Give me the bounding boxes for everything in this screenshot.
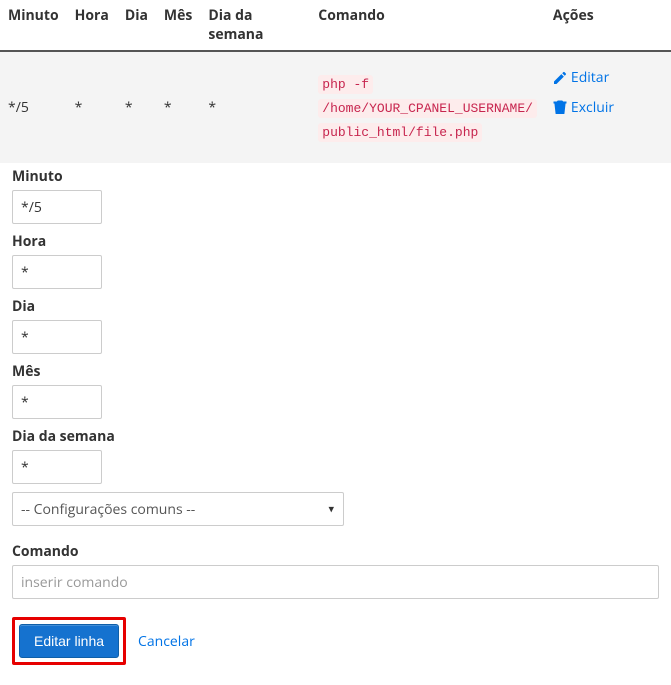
- weekday-input[interactable]: [12, 450, 102, 484]
- month-input[interactable]: [12, 385, 102, 419]
- col-minute: Minuto: [0, 0, 67, 51]
- table-row: */5 * * * * php -f /home/YOUR_CPANEL_USE…: [0, 51, 671, 163]
- submit-highlight: Editar linha: [12, 617, 126, 665]
- cell-actions: Editar Excluir: [545, 51, 671, 163]
- cancel-link[interactable]: Cancelar: [138, 632, 195, 651]
- hour-input[interactable]: [12, 255, 102, 289]
- command-line-2: /home/YOUR_CPANEL_USERNAME/: [318, 99, 537, 118]
- command-line-1: php -f: [318, 75, 373, 94]
- col-month: Mês: [156, 0, 200, 51]
- submit-button[interactable]: Editar linha: [19, 624, 119, 658]
- weekday-label: Dia da semana: [12, 427, 659, 446]
- minute-input[interactable]: [12, 190, 102, 224]
- edit-action[interactable]: Editar: [553, 68, 609, 87]
- cell-day: *: [117, 51, 156, 163]
- edit-form: Minuto Hora Dia Mês Dia da semana -- Con…: [0, 163, 671, 665]
- col-hour: Hora: [67, 0, 117, 51]
- day-label: Dia: [12, 297, 659, 316]
- cell-minute: */5: [0, 51, 67, 163]
- command-input[interactable]: [12, 565, 659, 599]
- col-weekday: Dia da semana: [200, 0, 310, 51]
- col-command: Comando: [310, 0, 545, 51]
- hour-label: Hora: [12, 232, 659, 251]
- common-settings-select[interactable]: -- Configurações comuns --: [12, 492, 344, 526]
- edit-label: Editar: [571, 68, 609, 87]
- cell-command: php -f /home/YOUR_CPANEL_USERNAME/ publi…: [310, 51, 545, 163]
- command-label: Comando: [12, 542, 659, 561]
- col-day: Dia: [117, 0, 156, 51]
- col-actions: Ações: [545, 0, 671, 51]
- cell-month: *: [156, 51, 200, 163]
- pencil-icon: [553, 71, 567, 85]
- trash-icon: [553, 100, 567, 114]
- cell-weekday: *: [200, 51, 310, 163]
- month-label: Mês: [12, 362, 659, 381]
- minute-label: Minuto: [12, 167, 659, 186]
- day-input[interactable]: [12, 320, 102, 354]
- cron-table: Minuto Hora Dia Mês Dia da semana Comand…: [0, 0, 671, 163]
- command-line-3: public_html/file.php: [318, 123, 482, 142]
- delete-label: Excluir: [571, 98, 614, 117]
- delete-action[interactable]: Excluir: [553, 98, 614, 117]
- cell-hour: *: [67, 51, 117, 163]
